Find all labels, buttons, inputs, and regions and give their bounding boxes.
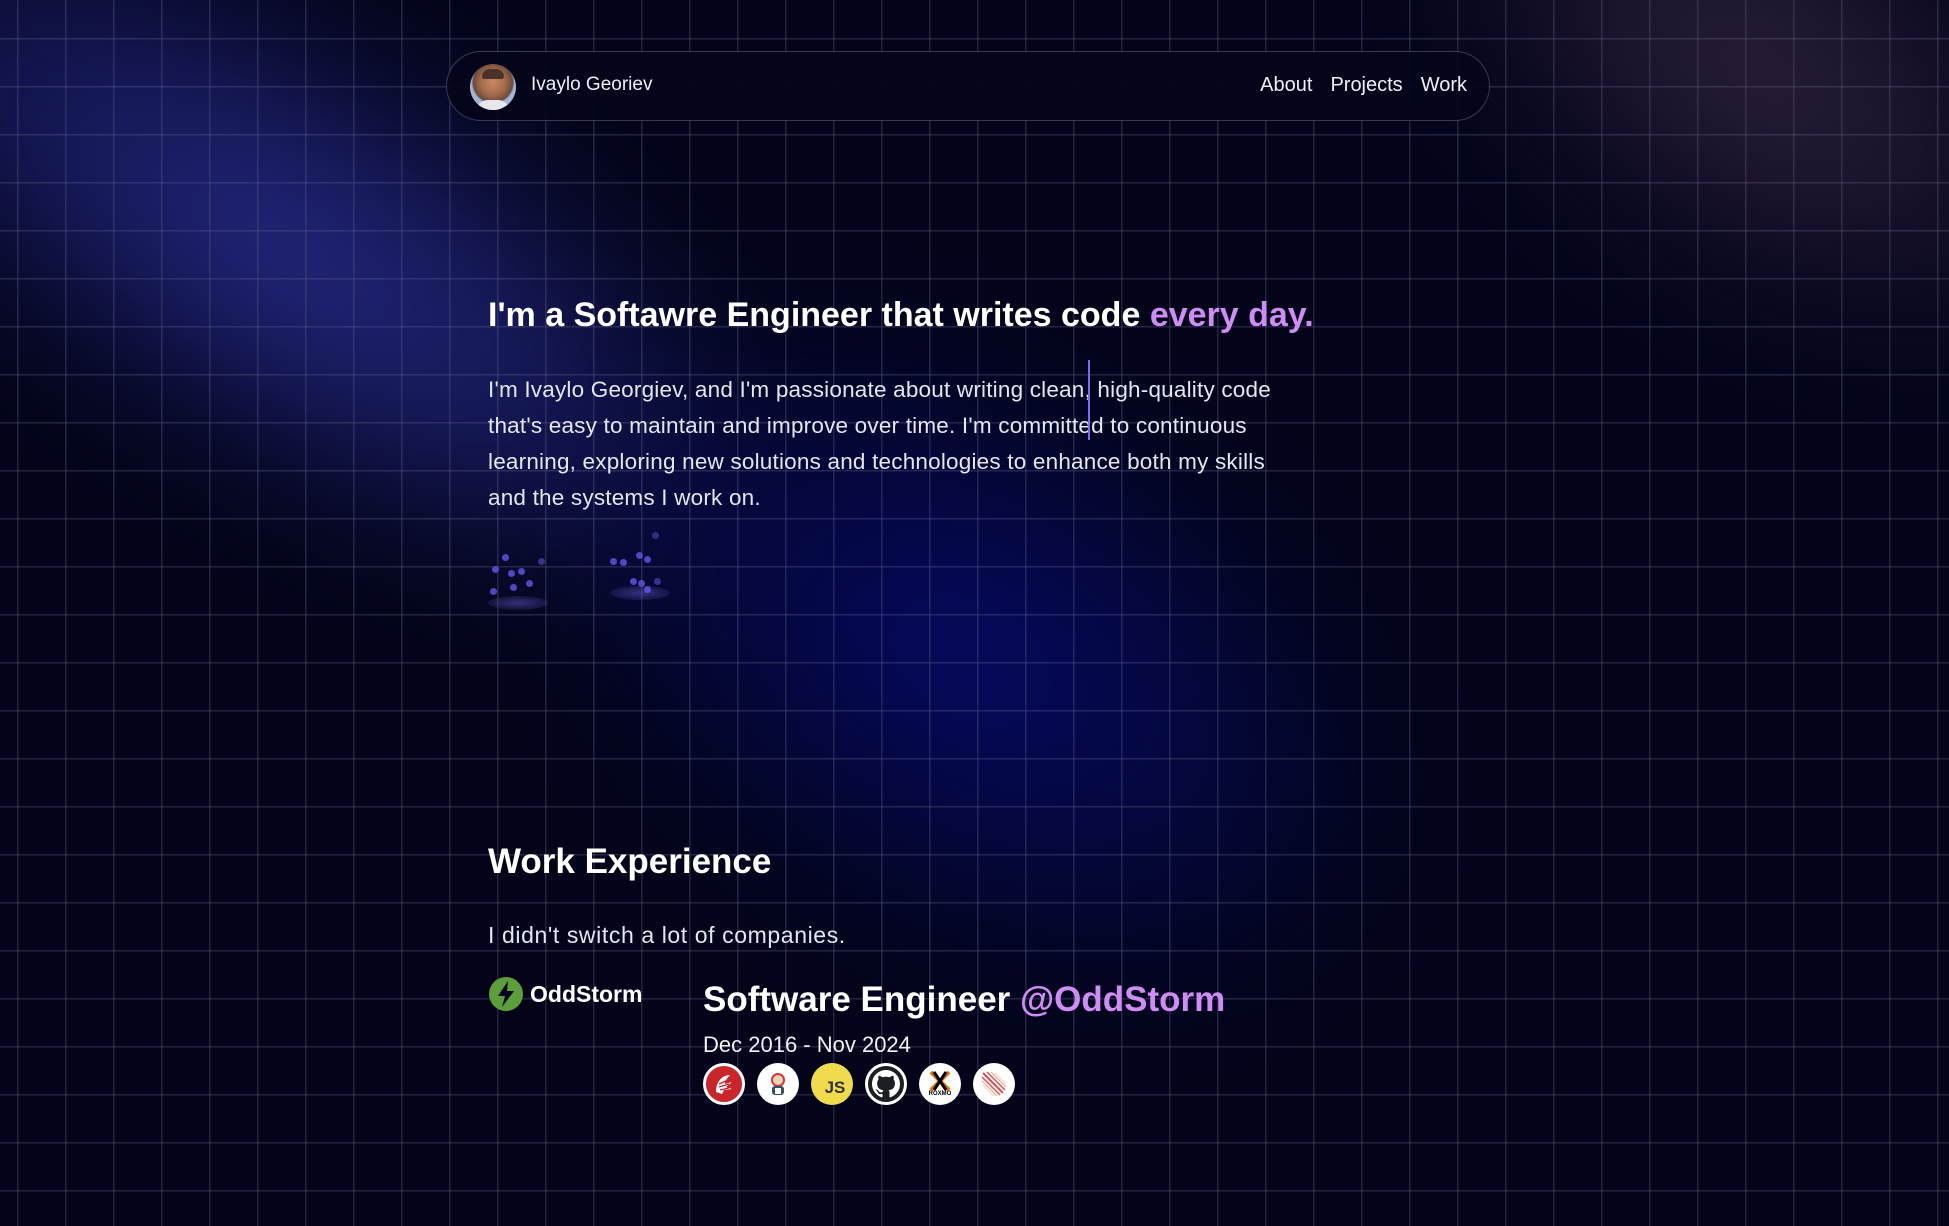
job-role: Software Engineer <box>703 980 1021 1019</box>
sparkle-dot <box>644 556 651 563</box>
sparkle-dot <box>610 558 617 565</box>
navbar: Ivaylo Georiev About Projects Work <box>446 51 1490 121</box>
meteor-icon <box>973 1063 1015 1105</box>
sparkle-dot <box>620 559 627 566</box>
javascript-icon-label: JS <box>824 1078 846 1097</box>
sparkle-dot <box>538 558 545 565</box>
sparkle-dot <box>492 566 499 573</box>
hero-title-accent: every day. <box>1149 296 1314 334</box>
sparkle-base <box>488 596 548 610</box>
proxmox-icon: ROXMO <box>919 1063 961 1105</box>
page: Ivaylo Georiev About Projects Work I'm a… <box>0 0 1949 1226</box>
sparkle-decoration-1 <box>488 540 558 610</box>
sparkle-dot <box>490 588 497 595</box>
javascript-icon: JS <box>811 1063 853 1105</box>
work-section-subtitle: I didn't switch a lot of companies. <box>488 922 846 948</box>
delphi-icon <box>703 1063 745 1105</box>
nav-link-projects[interactable]: Projects <box>1330 74 1402 97</box>
job-title: Software Engineer @OddStorm <box>703 980 1225 1020</box>
hero-paragraph: I'm Ivaylo Georgiev, and I'm passionate … <box>488 377 1271 510</box>
company-oddstorm[interactable]: OddStorm <box>488 976 642 1012</box>
jenkins-icon <box>757 1063 799 1105</box>
hero-title-main: I'm a Softawre Engineer that writes code <box>488 296 1150 334</box>
job-dates: Dec 2016 - Nov 2024 <box>703 1032 911 1057</box>
text-cursor <box>1088 360 1090 440</box>
company-name: OddStorm <box>530 980 643 1007</box>
sparkle-dot <box>630 578 637 585</box>
nav-link-work[interactable]: Work <box>1421 74 1467 97</box>
github-icon <box>865 1063 907 1105</box>
avatar[interactable] <box>470 64 516 110</box>
sparkle-decoration-2 <box>610 530 680 600</box>
work-section-title: Work Experience <box>488 842 772 881</box>
job-company-handle[interactable]: @OddStorm <box>1020 980 1225 1019</box>
hero-title: I'm a Softawre Engineer that writes code… <box>488 296 1314 335</box>
brand-name[interactable]: Ivaylo Georiev <box>531 74 652 96</box>
sparkle-dot <box>636 552 643 559</box>
avatar-shirt <box>476 100 510 110</box>
sparkle-dot <box>654 578 661 585</box>
sparkle-dot <box>508 570 515 577</box>
sparkle-dot <box>510 584 517 591</box>
sparkle-dot <box>502 554 509 561</box>
nav-link-about[interactable]: About <box>1260 74 1312 97</box>
sparkle-base <box>610 586 670 600</box>
sparkle-dot <box>518 568 525 575</box>
sparkle-dot <box>526 580 533 587</box>
proxmox-icon-label: ROXMO <box>928 1091 952 1097</box>
tech-stack: JS ROXMO <box>703 1063 1015 1105</box>
sparkle-dot <box>652 532 659 539</box>
avatar-hair <box>482 69 504 79</box>
oddstorm-logo-icon <box>489 977 523 1011</box>
nav-links: About Projects Work <box>1260 74 1467 97</box>
